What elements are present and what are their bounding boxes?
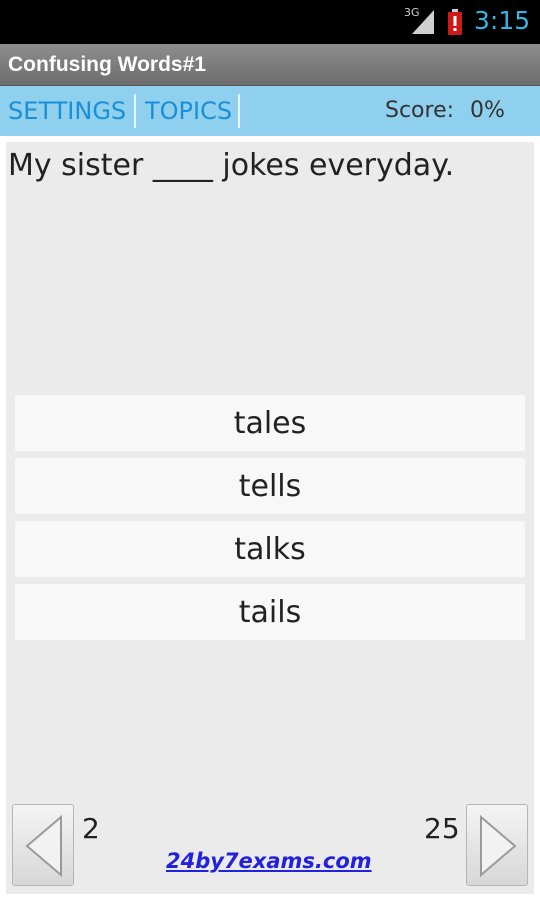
previous-button[interactable] xyxy=(12,804,74,886)
battery-alert-icon xyxy=(448,9,462,35)
menu-bar: SETTINGS TOPICS Score: 0% xyxy=(0,86,540,136)
app-title: Confusing Words#1 xyxy=(8,53,206,76)
signal-icon: 3G xyxy=(404,6,438,36)
menu-divider xyxy=(134,94,136,128)
clock-time: 3:15 xyxy=(474,6,531,35)
answer-option[interactable]: tells xyxy=(15,458,525,514)
app-title-bar: Confusing Words#1 xyxy=(0,44,540,86)
score-value: 0% xyxy=(470,98,505,123)
question-text: My sister ____ jokes everyday. xyxy=(8,148,455,183)
total-questions-number: 25 xyxy=(424,812,460,845)
score-label: Score: xyxy=(385,98,455,123)
answer-option[interactable]: talks xyxy=(15,521,525,577)
website-link[interactable]: 24by7exams.com xyxy=(166,849,372,873)
arrow-right-icon xyxy=(480,814,517,878)
quiz-panel: My sister ____ jokes everyday. tales tel… xyxy=(6,142,534,894)
network-type-label: 3G xyxy=(404,6,420,19)
answer-option[interactable]: tails xyxy=(15,584,525,640)
current-question-number: 2 xyxy=(82,812,100,845)
status-bar: 3G 3:15 xyxy=(0,0,540,44)
answer-option[interactable]: tales xyxy=(15,395,525,451)
topics-button[interactable]: TOPICS xyxy=(145,97,232,125)
menu-divider xyxy=(238,94,240,128)
arrow-left-icon xyxy=(25,814,62,878)
next-button[interactable] xyxy=(466,804,528,886)
settings-button[interactable]: SETTINGS xyxy=(8,97,126,125)
